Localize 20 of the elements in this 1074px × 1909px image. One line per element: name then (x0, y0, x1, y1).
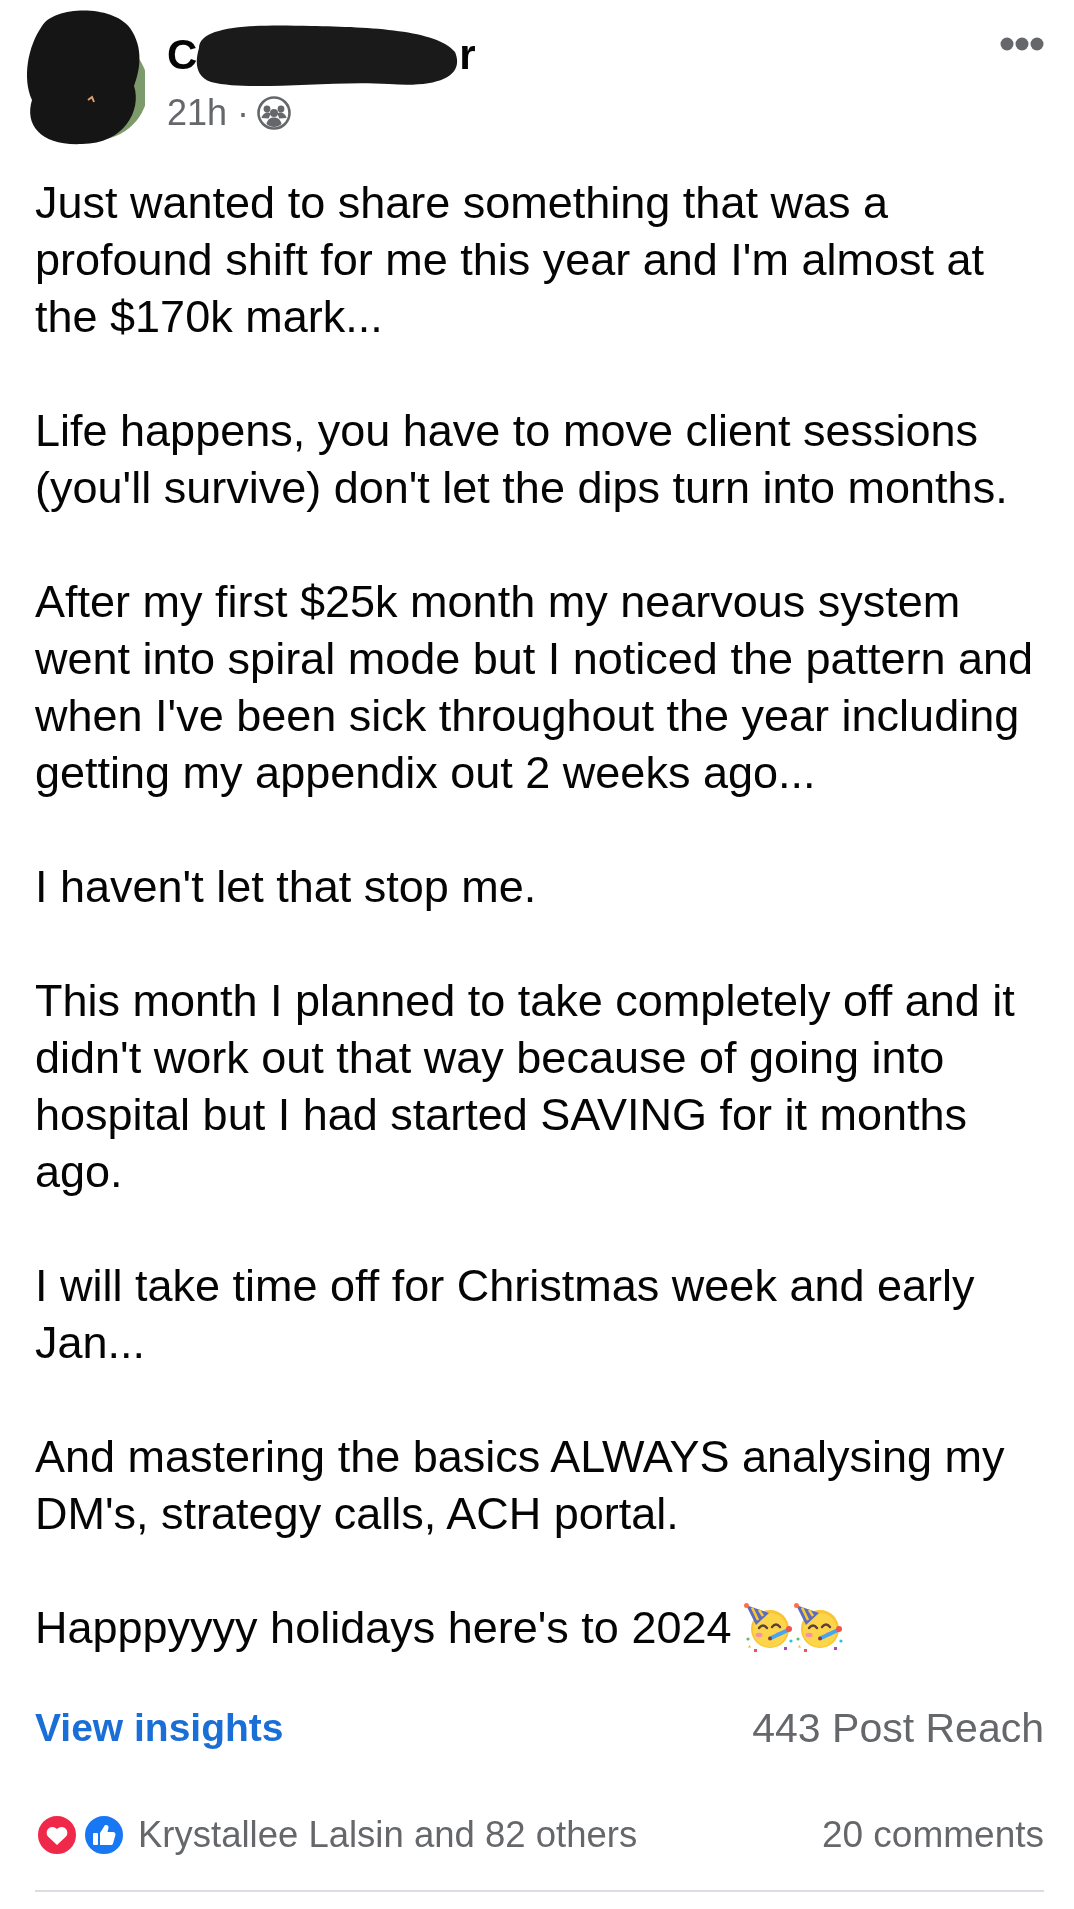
post-text: Life happens, you have to move client sessions (you'll survive) don't let the dips turn into months. (35, 404, 1009, 515)
party-face-icon (794, 1603, 845, 1653)
post-text: After my first $25k month my nearvous system went into spiral mode but I noticed the pattern and when I've been sick throughout the year including getting my appendix out 2 weeks ago... (35, 575, 1035, 800)
view-insights-link[interactable]: View insights (35, 1706, 284, 1750)
more-options-icon[interactable] (1000, 37, 1044, 51)
post-text: Happpyyyy holidays here's to 2024 (35, 1602, 732, 1653)
reactions-summary[interactable]: Krystallee Lalsin and 82 others (138, 1814, 638, 1856)
party-face-icon (744, 1603, 795, 1653)
post-text: This month I planned to take completely off and it didn't work out that way because of going into hospital but I had started SAVING for it months ago. (35, 974, 1016, 1199)
author-name[interactable]: r (459, 34, 476, 76)
author-name[interactable]: C (167, 34, 198, 76)
post-text: And mastering the basics ALWAYS analysing my DM's, strategy calls, ACH portal. (35, 1430, 1006, 1541)
post-time: 21h · (167, 95, 250, 131)
thumbs-up-icon (82, 1813, 126, 1857)
friends-icon (257, 96, 292, 130)
post-reach: 443 Post Reach (752, 1704, 1044, 1752)
post-text: I haven't let that stop me. (35, 860, 538, 914)
post-text: Just wanted to share something that was a profound shift for me this year and I'm almost at the $170k mark... (35, 176, 986, 344)
comments-count[interactable]: 20 comments (821, 1814, 1044, 1856)
post-text: I will take time off for Christmas week and early Jan... (35, 1259, 976, 1370)
